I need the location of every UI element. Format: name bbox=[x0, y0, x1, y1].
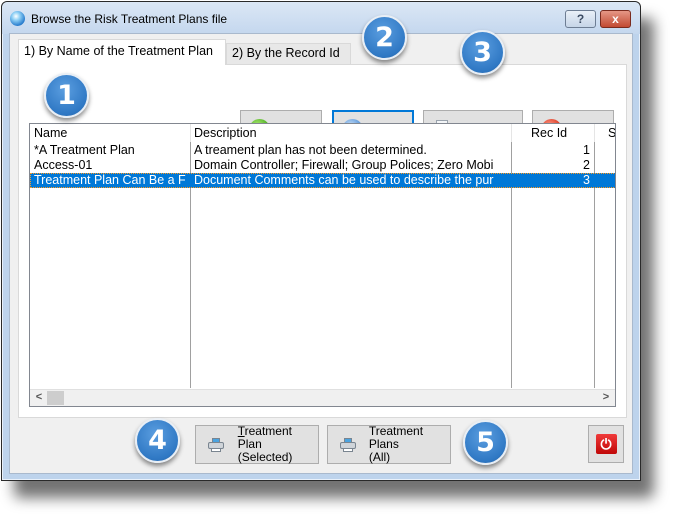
print-selected-label: Treatment Plan (Selected) bbox=[237, 424, 293, 464]
close-icon: x bbox=[612, 12, 619, 26]
cell-name: Access-01 bbox=[34, 158, 93, 172]
printer-icon bbox=[208, 437, 224, 452]
callout-badge-5: 5 bbox=[463, 420, 508, 465]
treatment-plan-list[interactable]: Name Description Rec Id S *A Treatment P… bbox=[29, 123, 616, 407]
callout-badge-1: 1 bbox=[44, 73, 89, 118]
tab-by-record-id[interactable]: 2) By the Record Id bbox=[226, 43, 351, 65]
tab-by-name[interactable]: 1) By Name of the Treatment Plan bbox=[18, 39, 226, 65]
scroll-left-icon[interactable]: < bbox=[32, 391, 46, 406]
column-header-rec-id[interactable]: Rec Id bbox=[531, 126, 567, 140]
list-header: Name Description Rec Id S bbox=[30, 124, 615, 142]
window-title: Browse the Risk Treatment Plans file bbox=[31, 12, 228, 26]
print-all-button[interactable]: Treatment Plans (All) bbox=[327, 425, 451, 464]
column-divider[interactable] bbox=[594, 124, 595, 142]
callout-badge-4: 4 bbox=[135, 418, 180, 463]
callout-badge-2: 2 bbox=[362, 15, 407, 60]
scrollbar-thumb[interactable] bbox=[47, 391, 64, 405]
exit-button[interactable]: ⏻ bbox=[588, 425, 624, 463]
list-row-selected[interactable]: Treatment Plan Can Be a F Document Comme… bbox=[30, 173, 615, 188]
app-globe-icon bbox=[10, 11, 25, 26]
scroll-right-icon[interactable]: > bbox=[599, 391, 613, 406]
power-icon: ⏻ bbox=[595, 434, 617, 454]
cell-description: Domain Controller; Firewall; Group Polic… bbox=[194, 158, 494, 172]
list-row[interactable]: Access-01 Domain Controller; Firewall; G… bbox=[30, 158, 615, 173]
help-button[interactable]: ? bbox=[565, 10, 596, 28]
cell-name: Treatment Plan Can Be a F bbox=[34, 173, 186, 187]
printer-icon bbox=[340, 437, 356, 452]
cell-rec-id: 3 bbox=[583, 173, 590, 187]
cell-rec-id: 1 bbox=[583, 143, 590, 157]
print-selected-button[interactable]: Treatment Plan (Selected) bbox=[195, 425, 319, 464]
cell-description: Document Comments can be used to describ… bbox=[194, 173, 494, 187]
title-bar[interactable]: Browse the Risk Treatment Plans file ? x bbox=[2, 2, 640, 34]
list-row[interactable]: *A Treatment Plan A treament plan has no… bbox=[30, 143, 615, 158]
cell-rec-id: 2 bbox=[583, 158, 590, 172]
print-all-label: Treatment Plans (All) bbox=[368, 424, 424, 464]
cell-name: *A Treatment Plan bbox=[34, 143, 135, 157]
column-divider[interactable] bbox=[190, 124, 191, 142]
horizontal-scrollbar[interactable]: < > bbox=[30, 389, 615, 406]
column-divider[interactable] bbox=[511, 124, 512, 142]
close-button[interactable]: x bbox=[600, 10, 631, 28]
column-header-name[interactable]: Name bbox=[34, 126, 67, 140]
client-area: 1) By Name of the Treatment Plan 2) By t… bbox=[9, 33, 633, 474]
cell-description: A treament plan has not been determined. bbox=[194, 143, 427, 157]
column-header-description[interactable]: Description bbox=[194, 126, 257, 140]
dialog-window: Browse the Risk Treatment Plans file ? x… bbox=[1, 1, 641, 481]
callout-badge-3: 3 bbox=[460, 30, 505, 75]
column-header-status[interactable]: S bbox=[608, 126, 615, 140]
